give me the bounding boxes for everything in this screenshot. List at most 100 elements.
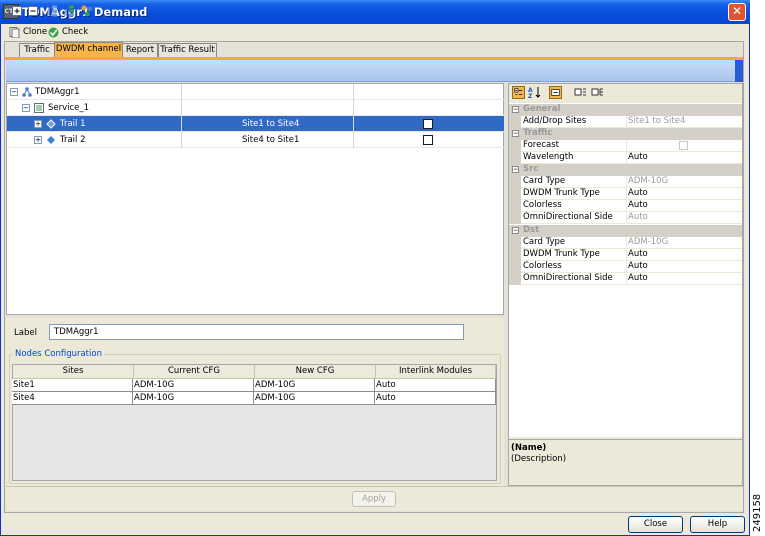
property-name: OmniDirectional Side	[523, 212, 613, 222]
category-traffic[interactable]: − Traffic	[509, 128, 742, 140]
property-src-dwdm-trunk-type[interactable]: DWDM Trunk Type Auto	[509, 188, 742, 200]
cell-current-cfg: ADM-10G	[133, 379, 254, 392]
cell-new-cfg[interactable]: ADM-10G	[254, 392, 375, 405]
trail-label: Trail 1	[60, 119, 86, 129]
property-value[interactable]: Auto	[626, 152, 648, 164]
expand-icon[interactable]: +	[34, 120, 42, 128]
property-value[interactable]: Auto	[626, 261, 648, 273]
category-src[interactable]: − Src	[509, 164, 742, 176]
apply-button[interactable]: Apply	[352, 491, 396, 507]
tab-traffic[interactable]: Traffic	[19, 43, 55, 57]
gutter	[509, 261, 521, 273]
property-value[interactable]: Auto	[626, 249, 648, 261]
table-row[interactable]: Site1 ADM-10G ADM-10G Auto	[12, 379, 496, 392]
gutter	[509, 116, 521, 128]
check-button[interactable]: Check	[48, 26, 88, 39]
title-bar[interactable]: CTP TDMAggr1 Demand ✕	[0, 0, 750, 24]
column-header-interlink-modules[interactable]: Interlink Modules	[376, 365, 496, 379]
network-icon[interactable]	[81, 5, 93, 17]
property-value: Site1 to Site4	[626, 116, 686, 128]
clone-label: Clone	[23, 27, 48, 37]
expand-properties-icon[interactable]	[574, 86, 587, 99]
clone-button[interactable]: Clone	[9, 26, 47, 39]
collapse-icon[interactable]: −	[512, 106, 519, 113]
figure-id: 249158	[752, 493, 763, 532]
property-value[interactable]: Auto	[626, 200, 648, 212]
column-header-sites[interactable]: Sites	[13, 365, 134, 379]
column-header-current-cfg[interactable]: Current CFG	[134, 365, 255, 379]
properties-toolbar	[509, 84, 742, 103]
gutter	[509, 200, 521, 212]
column-divider	[353, 84, 354, 100]
table-row[interactable]: Site4 ADM-10G ADM-10G Auto	[12, 392, 496, 405]
category-dst[interactable]: − Dst	[509, 225, 742, 237]
expand-all-icon[interactable]	[11, 5, 23, 17]
property-pages-icon[interactable]	[549, 86, 562, 99]
description-name: (Name)	[511, 443, 547, 453]
collapse-properties-icon[interactable]	[591, 86, 604, 99]
category-label: Dst	[523, 225, 540, 235]
property-src-omnidirectional-side[interactable]: OmniDirectional Side Auto	[509, 212, 742, 224]
property-forecast[interactable]: Forecast	[509, 140, 742, 152]
tree-row-root[interactable]: − TDMAggr1	[7, 84, 504, 100]
toolbar-edge	[735, 60, 743, 82]
trail-label: Trail 2	[60, 135, 86, 145]
help-button[interactable]: Help	[690, 516, 745, 533]
forecast-checkbox[interactable]	[679, 141, 688, 150]
property-dst-card-type[interactable]: Card Type ADM-10G	[509, 237, 742, 249]
trail-checkbox[interactable]	[423, 135, 433, 145]
sort-alphabetical-icon[interactable]: A Z	[528, 86, 541, 99]
collapse-icon[interactable]: −	[512, 130, 519, 137]
collapse-icon[interactable]: −	[10, 88, 18, 96]
tree-row-service[interactable]: − Service_1	[7, 100, 504, 116]
property-dst-colorless[interactable]: Colorless Auto	[509, 261, 742, 273]
property-wavelength[interactable]: Wavelength Auto	[509, 152, 742, 164]
cell-new-cfg[interactable]: ADM-10G	[254, 379, 375, 392]
svg-text:Z: Z	[528, 93, 533, 99]
tab-dwdm-channel[interactable]: DWDM channel	[54, 42, 123, 58]
cell-interlink[interactable]: Auto	[375, 392, 496, 405]
property-name: Card Type	[523, 176, 566, 186]
collapse-icon[interactable]: −	[512, 166, 519, 173]
tree-filter-icon[interactable]	[46, 5, 58, 17]
cell-current-cfg: ADM-10G	[133, 392, 254, 405]
property-value[interactable]: Auto	[626, 273, 648, 285]
category-label: General	[523, 104, 561, 114]
trail-sites: Site1 to Site4	[242, 119, 300, 129]
close-button[interactable]: Close	[628, 516, 683, 533]
tab-report[interactable]: Report	[122, 43, 158, 57]
property-add-drop-sites[interactable]: Add/Drop Sites Site1 to Site4	[509, 116, 742, 128]
gutter	[509, 176, 521, 188]
close-icon[interactable]: ✕	[728, 3, 746, 21]
categorized-icon[interactable]	[512, 86, 525, 99]
property-src-colorless[interactable]: Colorless Auto	[509, 200, 742, 212]
property-src-card-type[interactable]: Card Type ADM-10G	[509, 176, 742, 188]
column-divider	[181, 84, 182, 100]
cell-interlink[interactable]: Auto	[375, 379, 496, 392]
expand-icon[interactable]: +	[34, 136, 42, 144]
property-dst-omnidirectional-side[interactable]: OmniDirectional Side Auto	[509, 273, 742, 285]
trail-checkbox[interactable]	[423, 119, 433, 129]
column-divider	[353, 132, 354, 148]
tree-group-icon[interactable]	[63, 5, 75, 17]
column-header-new-cfg[interactable]: New CFG	[255, 365, 376, 379]
category-general[interactable]: − General	[509, 104, 742, 116]
description-text: (Description)	[511, 454, 567, 464]
main-toolbar: Clone Check	[1, 24, 749, 41]
label-caption: Label	[14, 328, 37, 338]
gutter	[509, 249, 521, 261]
collapse-all-icon[interactable]	[27, 5, 39, 17]
collapse-icon[interactable]: −	[22, 104, 30, 112]
tree-row-trail[interactable]: + Trail 1 Site1 to Site4	[7, 116, 504, 132]
property-dst-dwdm-trunk-type[interactable]: DWDM Trunk Type Auto	[509, 249, 742, 261]
tree-row-trail[interactable]: + Trail 2 Site4 to Site1	[7, 132, 504, 148]
tab-traffic-result[interactable]: Traffic Result	[158, 43, 217, 57]
cell-site: Site1	[12, 379, 133, 392]
check-label: Check	[62, 27, 89, 37]
property-name: Colorless	[523, 200, 562, 210]
collapse-icon[interactable]: −	[512, 227, 519, 234]
property-value[interactable]: Auto	[626, 188, 648, 200]
column-divider	[181, 100, 182, 116]
property-value: ADM-10G	[626, 237, 669, 249]
label-input[interactable]	[49, 324, 464, 340]
